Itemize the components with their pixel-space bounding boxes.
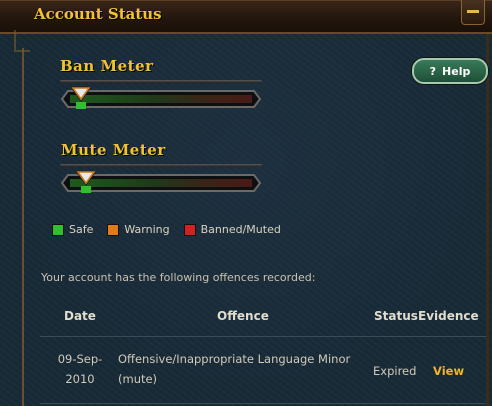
table-divider	[40, 403, 486, 404]
offence-status: Expired	[373, 364, 417, 378]
legend-item-warning: Warning	[107, 223, 170, 236]
ban-meter-indicator-icon	[69, 86, 92, 109]
panel-title: Account Status	[34, 5, 162, 23]
view-evidence-link[interactable]: View	[433, 364, 464, 378]
ban-meter-label: Ban Meter	[60, 57, 154, 75]
meter-top-rail	[60, 164, 262, 167]
title-bar: Account Status	[0, 0, 492, 34]
mute-meter-label: Mute Meter	[61, 141, 166, 159]
column-header-date: Date	[64, 309, 96, 323]
mute-meter-indicator-icon	[75, 170, 98, 193]
offences-intro: Your account has the following offences …	[41, 271, 316, 284]
account-status-panel: Account Status Ban Meter Mute Meter ? He…	[0, 0, 492, 406]
offence-date-line2: 2010	[65, 372, 95, 386]
warning-swatch	[107, 223, 120, 236]
column-header-offence: Offence	[217, 309, 269, 323]
offence-description-line2: (mute)	[118, 372, 158, 386]
frame-left-border	[22, 48, 24, 406]
legend-item-banned: Banned/Muted	[183, 223, 281, 236]
help-button[interactable]: ? Help	[412, 58, 488, 84]
banned-swatch	[183, 223, 196, 236]
table-divider	[40, 336, 486, 337]
meter-top-rail	[60, 80, 262, 83]
safe-swatch	[52, 223, 64, 236]
meter-legend: Safe Warning Banned/Muted	[52, 223, 281, 236]
legend-label: Safe	[69, 223, 94, 236]
offence-description: Offensive/Inappropriate Language Minor (…	[118, 352, 350, 386]
collapse-button[interactable]	[461, 0, 485, 25]
column-header-status: Status	[374, 309, 418, 323]
offence-description-line1: Offensive/Inappropriate Language Minor	[118, 352, 351, 366]
ban-meter	[56, 80, 268, 120]
offence-date: 09-Sep- 2010	[57, 352, 103, 386]
mute-meter	[56, 164, 268, 204]
help-label: Help	[442, 64, 471, 78]
offence-date-line1: 09-Sep-	[57, 352, 103, 366]
frame-right-border	[486, 34, 489, 406]
question-icon: ?	[429, 64, 437, 78]
legend-item-safe: Safe	[52, 223, 93, 236]
legend-label: Warning	[124, 223, 170, 236]
column-header-evidence: Evidence	[418, 309, 479, 323]
minus-icon	[467, 10, 479, 13]
legend-label: Banned/Muted	[200, 223, 281, 236]
